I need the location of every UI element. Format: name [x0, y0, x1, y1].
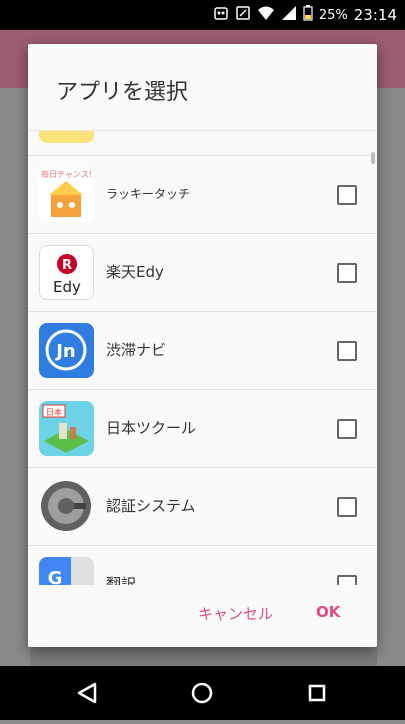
lucky-touch-badge: 毎日チャンス! — [41, 169, 92, 179]
edy-icon-text: Edy — [53, 278, 81, 296]
list-item[interactable]: R Edy 楽天Edy — [28, 234, 377, 312]
battery-icon — [303, 5, 313, 25]
recents-icon[interactable] — [308, 684, 326, 702]
ok-button[interactable]: OK — [316, 603, 340, 621]
traffic-navi-icon-text: Jn — [54, 341, 76, 362]
list-scrollbar[interactable] — [371, 152, 375, 164]
checkbox-rakuten-edy[interactable] — [337, 263, 357, 283]
nihon-tsukuru-icon-text: 日本 — [46, 407, 62, 417]
list-item[interactable] — [28, 131, 377, 156]
app-label-lucky-touch: ラッキータッチ — [106, 187, 191, 201]
list-item[interactable]: 認証システム — [28, 468, 377, 546]
navigation-bar — [0, 666, 405, 720]
clock: 23:14 — [353, 6, 397, 24]
cancel-button[interactable]: キャンセル — [198, 603, 273, 624]
checkbox-traffic-navi[interactable] — [337, 341, 357, 361]
app-label-authenticator: 認証システム — [106, 497, 196, 515]
background-left-content — [0, 88, 30, 666]
list-item[interactable]: G 翻訳 — [28, 546, 377, 586]
lucky-touch-icon: 毎日チャンス! — [39, 167, 94, 222]
notification-icon — [213, 5, 229, 25]
nihon-tsukuru-icon: 日本 — [39, 401, 94, 456]
status-icons: 25% 23:14 — [213, 0, 397, 30]
app-label-nihon-tsukuru: 日本ツクール — [106, 419, 197, 437]
list-item[interactable]: 毎日チャンス! ラッキータッチ — [28, 156, 377, 234]
checkbox-authenticator[interactable] — [337, 497, 357, 517]
battery-percent: 25% — [318, 7, 348, 23]
authenticator-icon — [39, 479, 94, 534]
dialog-title: アプリを選択 — [56, 80, 189, 105]
checkbox-nihon-tsukuru[interactable] — [337, 419, 357, 439]
app-chooser-dialog: アプリを選択 毎日チャンス! ラッキータッチ R Edy 楽天Edy Jn 渋滞… — [28, 44, 377, 647]
sticky-note-icon — [39, 131, 94, 143]
list-item[interactable]: Jn 渋滞ナビ — [28, 312, 377, 390]
checkbox-lucky-touch[interactable] — [337, 185, 357, 205]
signal-icon — [281, 5, 297, 25]
translate-icon-letter: G — [48, 568, 63, 586]
app-label-traffic-navi: 渋滞ナビ — [106, 341, 167, 359]
dialog-footer: キャンセル OK — [28, 585, 377, 647]
rakuten-edy-icon: R Edy — [39, 245, 94, 300]
app-list[interactable]: 毎日チャンス! ラッキータッチ R Edy 楽天Edy Jn 渋滞ナビ 日本 日… — [28, 130, 377, 586]
traffic-navi-icon: Jn — [39, 323, 94, 378]
app-list-inner: 毎日チャンス! ラッキータッチ R Edy 楽天Edy Jn 渋滞ナビ 日本 日… — [28, 131, 377, 586]
background-right-content — [377, 88, 405, 666]
list-item[interactable]: 日本 日本ツクール — [28, 390, 377, 468]
nfc-icon — [235, 5, 251, 25]
app-label-rakuten-edy: 楽天Edy — [106, 263, 164, 281]
status-bar: 25% 23:14 — [0, 0, 405, 30]
back-icon[interactable] — [77, 682, 97, 704]
app-label-translate: 翻訳 — [106, 575, 137, 586]
edy-icon-letter: R — [62, 258, 72, 273]
wifi-icon — [257, 5, 275, 25]
home-icon[interactable] — [191, 682, 213, 704]
translate-icon: G — [39, 557, 94, 586]
